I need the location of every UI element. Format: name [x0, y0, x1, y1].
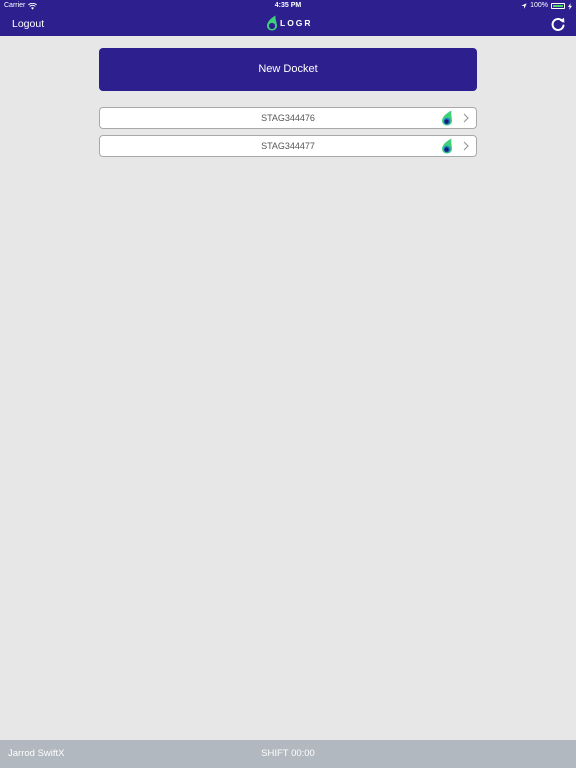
battery-icon — [551, 3, 565, 9]
logr-logo: LOGR — [266, 15, 313, 31]
status-right: 100% — [521, 0, 572, 12]
new-docket-button[interactable]: New Docket — [99, 48, 477, 91]
docket-id: STAG344477 — [261, 141, 315, 151]
drop-icon — [442, 138, 452, 154]
docket-id: STAG344476 — [261, 113, 315, 123]
refresh-icon[interactable] — [550, 16, 566, 32]
footer-shift-timer: SHIFT 00:00 — [261, 748, 315, 759]
top-bar: Carrier 4:35 PM 100% Logout LOGR — [0, 0, 576, 36]
status-time: 4:35 PM — [274, 2, 302, 9]
location-arrow-icon — [521, 3, 527, 9]
footer-bar: Jarrod SwiftX SHIFT 00:00 — [0, 740, 576, 768]
logr-logo-drop-icon — [267, 15, 277, 31]
logo-text: LOGR — [280, 18, 313, 28]
charging-bolt-icon — [568, 2, 572, 10]
logout-button[interactable]: Logout — [12, 17, 44, 31]
docket-row-2[interactable]: STAG344477 — [99, 135, 477, 157]
nav-bar: Logout LOGR — [0, 12, 576, 36]
chevron-right-icon — [463, 113, 469, 123]
drop-icon — [442, 110, 452, 126]
battery-percent: 100% — [530, 2, 548, 9]
battery-fill — [553, 5, 563, 7]
chevron-right-icon — [463, 141, 469, 151]
status-bar: Carrier 4:35 PM 100% — [0, 0, 576, 12]
docket-row-1[interactable]: STAG344476 — [99, 107, 477, 129]
